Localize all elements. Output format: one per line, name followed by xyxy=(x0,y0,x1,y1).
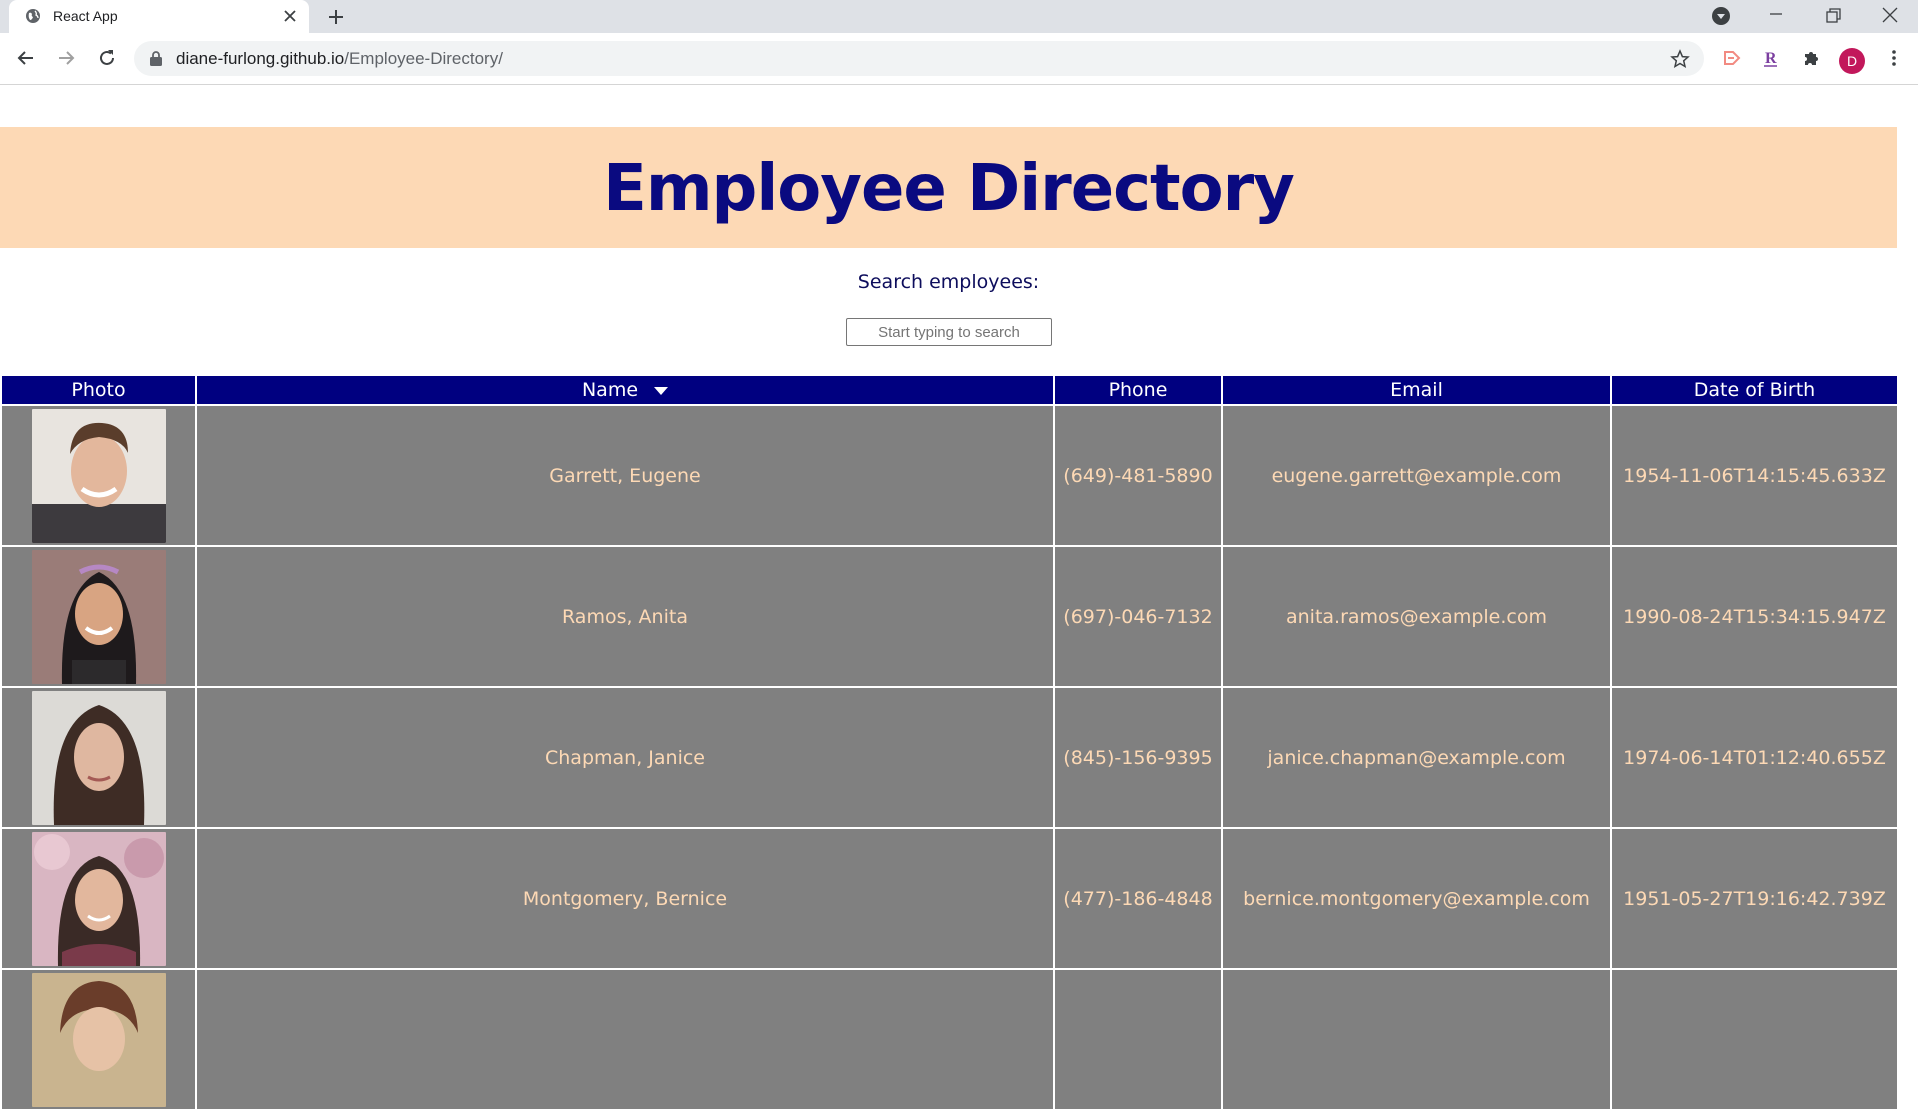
table-header-row: Photo Name Phone Email Date of Birth xyxy=(0,374,1899,406)
table-row: Chapman, Janice (845)-156-9395 janice.ch… xyxy=(0,686,1899,829)
column-header-email: Email xyxy=(1221,374,1612,406)
page-title: Employee Directory xyxy=(603,152,1295,226)
employee-phone: (845)-156-9395 xyxy=(1053,686,1223,829)
search-input[interactable] xyxy=(846,318,1052,346)
employee-dob xyxy=(1610,968,1899,1111)
sort-caret-down-icon[interactable] xyxy=(654,386,669,395)
search-label: Search employees: xyxy=(857,271,1040,293)
browser-tab[interactable]: React App xyxy=(9,0,309,33)
employee-phone xyxy=(1053,968,1223,1111)
browser-toolbar: diane-furlong.github.io/Employee-Directo… xyxy=(0,33,1918,85)
employee-email xyxy=(1221,968,1612,1111)
photo-cell xyxy=(0,545,197,688)
employee-photo xyxy=(31,408,166,543)
tab-search-icon[interactable] xyxy=(1711,6,1731,26)
employee-photo xyxy=(31,549,166,684)
employee-email: anita.ramos@example.com xyxy=(1221,545,1612,688)
employee-table: Photo Name Phone Email Date of Birth Gar… xyxy=(0,374,1899,1111)
employee-dob: 1951-05-27T19:16:42.739Z xyxy=(1610,827,1899,970)
close-window-icon[interactable] xyxy=(1880,6,1900,26)
table-row: Ramos, Anita (697)-046-7132 anita.ramos@… xyxy=(0,545,1899,688)
cast-extension-icon[interactable] xyxy=(1722,48,1742,68)
employee-name: Chapman, Janice xyxy=(195,686,1055,829)
url-text[interactable]: diane-furlong.github.io/Employee-Directo… xyxy=(176,49,503,69)
photo-cell xyxy=(0,968,197,1111)
employee-dob: 1990-08-24T15:34:15.947Z xyxy=(1610,545,1899,688)
page-content: Employee Directory Search employees: Pho… xyxy=(0,85,1918,1111)
column-header-name-label: Name xyxy=(581,379,639,401)
employee-email: eugene.garrett@example.com xyxy=(1221,404,1612,547)
employee-dob: 1974-06-14T01:12:40.655Z xyxy=(1610,686,1899,829)
close-tab-icon[interactable] xyxy=(283,9,297,23)
employee-email: bernice.montgomery@example.com xyxy=(1221,827,1612,970)
globe-icon xyxy=(26,9,40,23)
column-header-dob: Date of Birth xyxy=(1610,374,1899,406)
employee-phone: (697)-046-7132 xyxy=(1053,545,1223,688)
profile-avatar[interactable]: D xyxy=(1839,48,1865,74)
back-arrow-icon[interactable] xyxy=(16,48,36,68)
employee-name xyxy=(195,968,1055,1111)
employee-name: Montgomery, Bernice xyxy=(195,827,1055,970)
employee-phone: (477)-186-4848 xyxy=(1053,827,1223,970)
address-bar[interactable]: diane-furlong.github.io/Employee-Directo… xyxy=(134,41,1704,76)
column-header-name[interactable]: Name xyxy=(195,374,1055,406)
column-header-photo: Photo xyxy=(0,374,197,406)
svg-text:R: R xyxy=(1765,50,1777,67)
r-extension-icon[interactable]: R xyxy=(1761,48,1781,68)
bookmark-star-icon[interactable] xyxy=(1670,49,1690,69)
lock-icon[interactable] xyxy=(149,51,163,66)
column-header-phone: Phone xyxy=(1053,374,1223,406)
employee-photo xyxy=(31,972,166,1107)
extensions-puzzle-icon[interactable] xyxy=(1801,48,1821,68)
reload-icon[interactable] xyxy=(97,48,117,68)
employee-photo xyxy=(31,831,166,966)
more-menu-icon[interactable] xyxy=(1884,48,1904,68)
header-banner: Employee Directory xyxy=(0,127,1897,248)
employee-dob: 1954-11-06T14:15:45.633Z xyxy=(1610,404,1899,547)
new-tab-plus-icon[interactable] xyxy=(327,8,345,26)
tab-title: React App xyxy=(53,8,118,24)
table-row xyxy=(0,968,1899,1111)
browser-tab-strip: React App xyxy=(0,0,1918,33)
employee-photo xyxy=(31,690,166,825)
photo-cell xyxy=(0,404,197,547)
table-row: Montgomery, Bernice (477)-186-4848 berni… xyxy=(0,827,1899,970)
photo-cell xyxy=(0,827,197,970)
table-row: Garrett, Eugene (649)-481-5890 eugene.ga… xyxy=(0,404,1899,547)
minimize-icon[interactable] xyxy=(1766,6,1786,26)
employee-phone: (649)-481-5890 xyxy=(1053,404,1223,547)
restore-icon[interactable] xyxy=(1823,6,1843,26)
employee-email: janice.chapman@example.com xyxy=(1221,686,1612,829)
photo-cell xyxy=(0,686,197,829)
employee-name: Garrett, Eugene xyxy=(195,404,1055,547)
employee-name: Ramos, Anita xyxy=(195,545,1055,688)
forward-arrow-icon[interactable] xyxy=(56,48,76,68)
